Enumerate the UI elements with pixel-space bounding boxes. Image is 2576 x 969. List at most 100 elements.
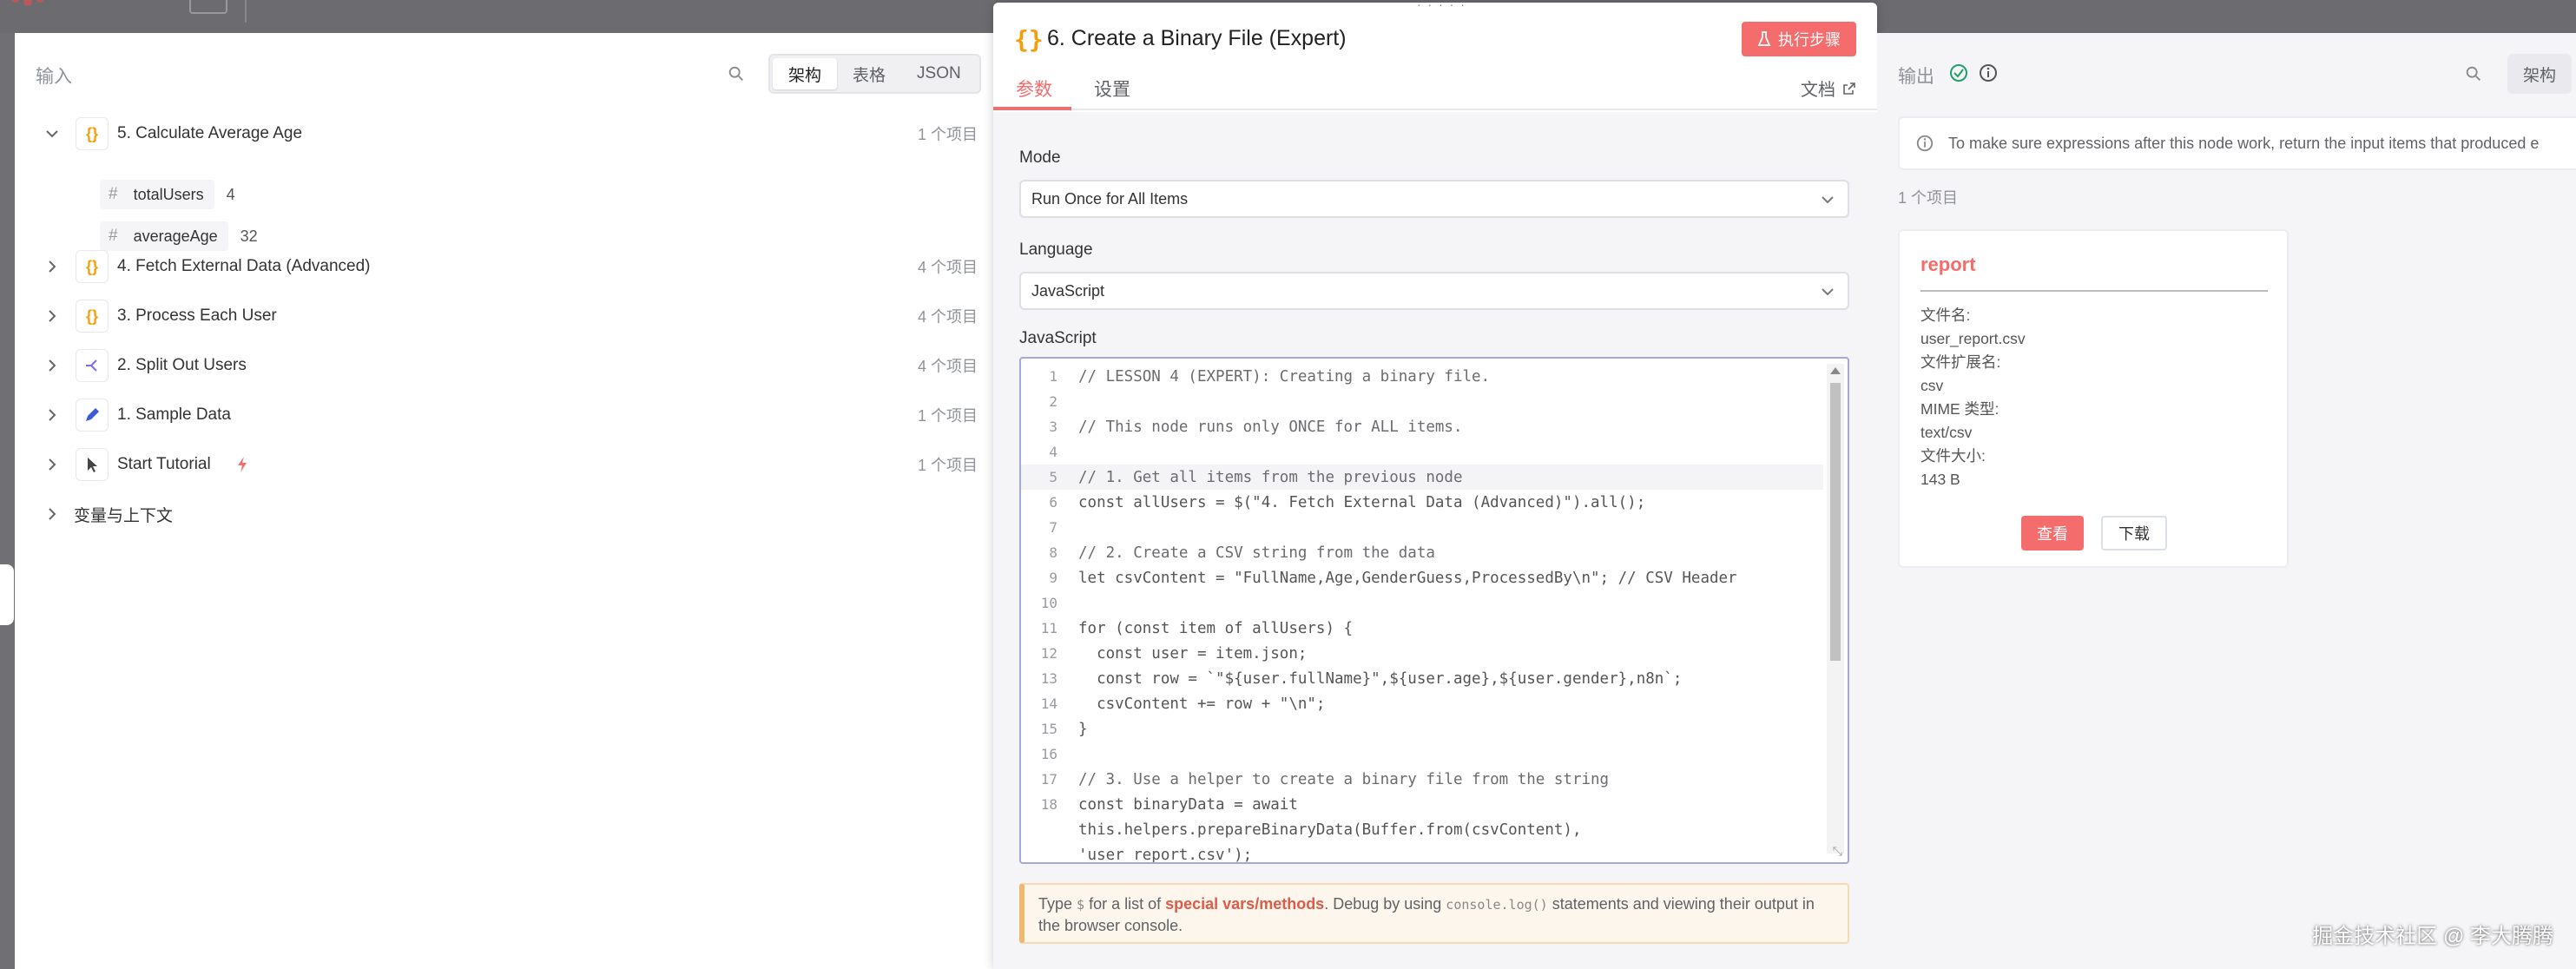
code-text: const binaryData = await	[1078, 795, 1298, 814]
search-icon[interactable]	[2464, 64, 2483, 83]
tab-settings[interactable]: 设置	[1094, 76, 1130, 102]
code-text: }	[1078, 720, 1088, 738]
node-label: 4. Fetch External Data (Advanced)	[117, 257, 371, 275]
mode-select[interactable]: Run Once for All Items	[1019, 180, 1849, 218]
input-panel-title: 输入	[36, 67, 72, 87]
tree-node-sample-data[interactable]: 1. Sample Data 1 个项目	[15, 392, 993, 438]
tree-node-calculate-average-age[interactable]: {} 5. Calculate Average Age 1 个项目	[15, 111, 993, 156]
tab-parameters[interactable]: 参数	[1016, 76, 1052, 102]
success-check-icon	[1950, 64, 1967, 82]
chevron-down-icon	[1822, 196, 1834, 204]
trigger-bolt-icon	[238, 457, 247, 472]
code-hint: Type $ for a list of special vars/method…	[1019, 883, 1849, 944]
drag-handle[interactable]: · · · · ·	[1417, 0, 1466, 11]
line-number: 1	[1049, 368, 1057, 385]
file-ext-label: 文件扩展名:	[1920, 353, 2001, 371]
search-icon[interactable]	[727, 64, 746, 83]
chevron-right-icon[interactable]	[44, 308, 60, 324]
braces-icon: {}	[76, 117, 109, 150]
file-ext-value: csv	[1920, 377, 1944, 394]
code-line[interactable]: 6 const allUsers = $("4. Fetch External D…	[1021, 490, 1823, 515]
modal-tabs: 参数 设置 文档	[993, 65, 1877, 110]
code-line[interactable]: 'user_report.csv');	[1021, 842, 1823, 864]
chevron-down-icon[interactable]	[44, 126, 60, 142]
code-text: 'user_report.csv');	[1078, 846, 1253, 864]
code-line[interactable]: 13 const row = `"${user.fullName}",${use…	[1021, 666, 1823, 691]
pencil-icon	[76, 399, 109, 432]
card-divider	[1920, 290, 2268, 292]
line-number: 8	[1049, 544, 1057, 561]
node-label: 2. Split Out Users	[117, 356, 247, 374]
tree-node-fetch-external-data[interactable]: {} 4. Fetch External Data (Advanced) 4 个…	[15, 244, 993, 289]
resize-grip-icon[interactable]: ⤡	[1833, 844, 1842, 859]
language-select[interactable]: JavaScript	[1019, 272, 1849, 310]
input-panel-header: 输入 架构 表格 JSON	[15, 33, 993, 115]
code-line[interactable]: 14 csvContent += row + "\n";	[1021, 691, 1823, 716]
mime-value: text/csv	[1920, 424, 1973, 441]
chevron-right-icon[interactable]	[44, 358, 60, 373]
code-text: // This node runs only ONCE for ALL item…	[1078, 418, 1463, 436]
code-line[interactable]: 16	[1021, 742, 1823, 767]
code-line[interactable]: this.helpers.prepareBinaryData(Buffer.fr…	[1021, 817, 1823, 842]
chevron-right-icon[interactable]	[44, 457, 60, 472]
line-number: 2	[1049, 393, 1057, 410]
code-line[interactable]: 11 for (const item of allUsers) {	[1021, 616, 1823, 641]
code-text: this.helpers.prepareBinaryData(Buffer.fr…	[1078, 821, 1582, 839]
scroll-thumb[interactable]	[1830, 383, 1841, 661]
left-panel-handle[interactable]	[0, 564, 14, 625]
special-vars-link[interactable]: special vars/methods	[1165, 895, 1324, 913]
code-editor[interactable]: 1 // LESSON 4 (EXPERT): Creating a binary…	[1019, 357, 1849, 864]
flask-icon	[1757, 31, 1771, 46]
code-line[interactable]: 9 let csvContent = "FullName,Age,GenderGu…	[1021, 565, 1823, 590]
editor-scrollbar[interactable]	[1827, 364, 1844, 854]
node-label: 3. Process Each User	[117, 307, 277, 325]
code-text: // 2. Create a CSV string from the data	[1078, 544, 1435, 562]
view-mode-schema[interactable]: 架构	[773, 58, 838, 89]
code-line[interactable]: 7	[1021, 515, 1823, 540]
chevron-right-icon[interactable]	[44, 506, 60, 522]
info-icon[interactable]	[1978, 63, 1999, 83]
number-type-icon: #	[109, 185, 118, 203]
tree-node-split-out-users[interactable]: 2. Split Out Users 4 个项目	[15, 343, 993, 388]
line-number: 3	[1049, 419, 1057, 435]
output-view-mode-schema[interactable]: 架构	[2507, 54, 2573, 94]
chevron-right-icon[interactable]	[44, 259, 60, 274]
node-title[interactable]: 6. Create a Binary File (Expert)	[1047, 26, 1347, 51]
top-tab-stub[interactable]	[189, 0, 227, 14]
mode-select-value: Run Once for All Items	[1031, 189, 1189, 208]
execute-step-button[interactable]: 执行步骤	[1742, 22, 1856, 56]
line-number: 16	[1040, 746, 1057, 762]
external-link-icon	[1843, 82, 1855, 95]
chevron-right-icon[interactable]	[44, 407, 60, 423]
code-line[interactable]: 18 const binaryData = await	[1021, 792, 1823, 817]
view-mode-json[interactable]: JSON	[901, 58, 977, 89]
code-line[interactable]: 1 // LESSON 4 (EXPERT): Creating a binary…	[1021, 364, 1823, 389]
code-line[interactable]: 12 const user = item.json;	[1021, 641, 1823, 666]
code-line[interactable]: 4	[1021, 439, 1823, 465]
code-text: const row = `"${user.fullName}",${user.a…	[1078, 669, 1683, 688]
tree-node-variables-context[interactable]: 变量与上下文	[15, 491, 993, 537]
number-type-icon: #	[109, 227, 118, 245]
view-file-button[interactable]: 查看	[2021, 516, 2084, 550]
tree-node-start-tutorial[interactable]: Start Tutorial 1 个项目	[15, 442, 993, 487]
code-line[interactable]: 17 // 3. Use a helper to create a binary …	[1021, 767, 1823, 792]
scroll-up-arrow-icon[interactable]	[1830, 367, 1841, 374]
code-line[interactable]: 8 // 2. Create a CSV string from the data	[1021, 540, 1823, 565]
field-pill[interactable]: # totalUsers	[100, 180, 214, 209]
view-mode-table[interactable]: 表格	[837, 58, 901, 89]
docs-link[interactable]: 文档	[1801, 76, 1856, 101]
code-line[interactable]: 2	[1021, 389, 1823, 414]
code-line[interactable]: 3 // This node runs only ONCE for ALL ite…	[1021, 414, 1823, 439]
language-label: Language	[1019, 241, 1093, 259]
code-line[interactable]: 5 // 1. Get all items from the previous n…	[1021, 465, 1823, 490]
mime-label: MIME 类型:	[1920, 400, 2000, 418]
line-number: 4	[1049, 444, 1057, 460]
braces-icon: {}	[76, 250, 109, 283]
tree-node-process-each-user[interactable]: {} 3. Process Each User 4 个项目	[15, 293, 993, 339]
node-item-count: 4 个项目	[917, 259, 978, 276]
download-file-button[interactable]: 下载	[2101, 516, 2167, 550]
watermark: 掘金技术社区 @ 李大腾腾	[2312, 925, 2553, 948]
code-line[interactable]: 10	[1021, 590, 1823, 616]
code-line[interactable]: 15}	[1021, 716, 1823, 742]
code-text: // 1. Get all items from the previous no…	[1078, 468, 1463, 486]
